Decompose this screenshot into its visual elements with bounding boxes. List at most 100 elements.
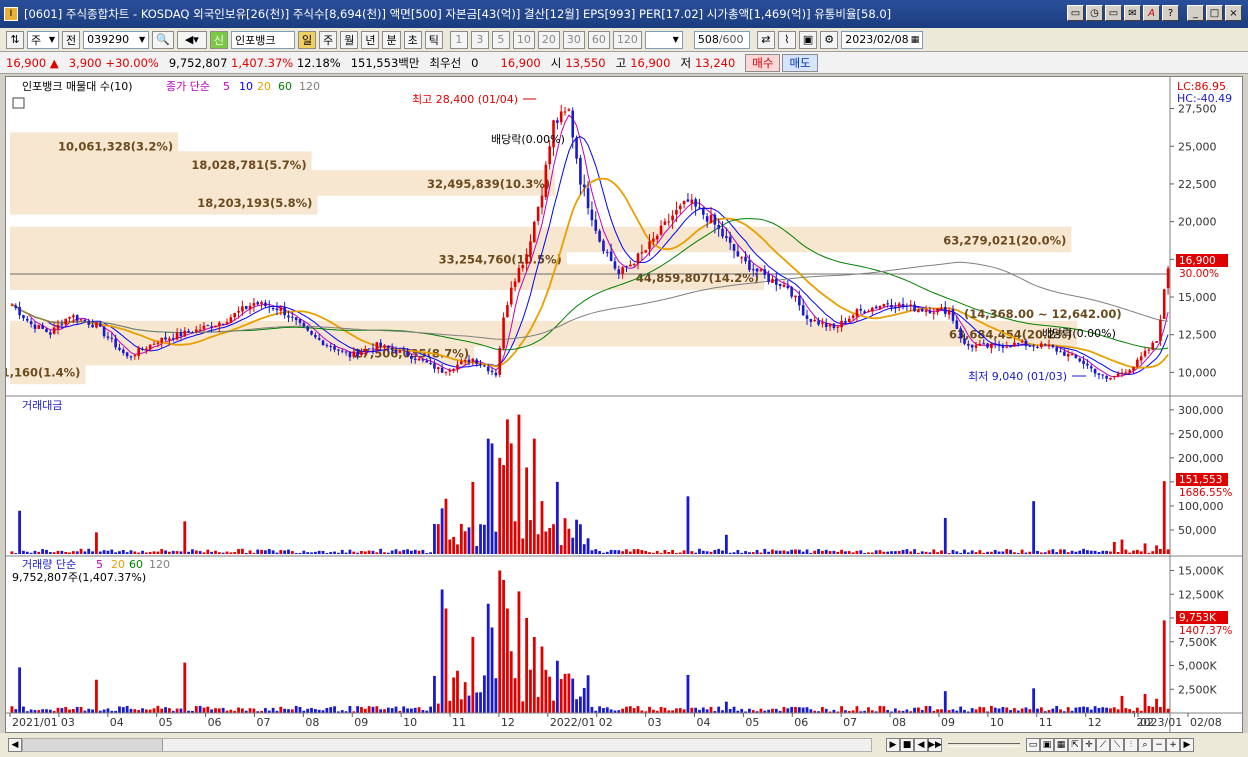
save-icon[interactable]: ▣ — [798, 30, 818, 49]
chart-area[interactable]: 10,061,328(3.2%) 18,028,781(5.7%) 32,495,8… — [0, 76, 1243, 733]
gear-icon[interactable]: ⚙ — [820, 30, 839, 49]
amount-bar — [406, 549, 409, 554]
stock-code-input[interactable]: 039290 ▼ — [83, 30, 150, 49]
volume-bar — [1028, 709, 1032, 713]
interval-5[interactable]: 5 — [491, 30, 510, 49]
rewind-icon[interactable]: ◀ — [914, 738, 928, 752]
date-input[interactable]: 2023/02/08 ▦ — [841, 30, 924, 49]
amount-bar — [448, 539, 452, 554]
amount-bar — [260, 549, 263, 554]
compare-icon[interactable]: ▣ — [1040, 738, 1054, 752]
amount-bar — [98, 551, 102, 554]
zoom-icon[interactable]: ⌕ — [1138, 738, 1152, 752]
scroll-left-button[interactable]: ◀ — [8, 738, 22, 752]
period-select[interactable]: 주 ▼ — [27, 30, 59, 49]
chart-type-icon[interactable]: ⌇ — [777, 30, 796, 49]
amount-bar — [774, 550, 778, 554]
amount-bar — [694, 552, 698, 554]
interval-30[interactable]: 30 — [562, 30, 585, 49]
candle-body — [874, 306, 878, 309]
crosshair-icon[interactable]: ✛ — [1082, 738, 1096, 752]
link-icon[interactable]: ⇅ — [6, 30, 24, 49]
prev-button[interactable]: 전 — [62, 30, 81, 49]
candle-body — [521, 264, 525, 269]
candle-body — [1097, 373, 1101, 375]
period-week[interactable]: 주 — [319, 30, 338, 49]
interval-20[interactable]: 20 — [537, 30, 560, 49]
draw-line-icon[interactable]: ⟋ — [1096, 738, 1110, 752]
interval-120[interactable]: 120 — [612, 30, 642, 49]
candle-body — [248, 305, 252, 310]
volume-profile-label: 18,203,193(5.8%) — [197, 196, 312, 210]
period-tick[interactable]: 틱 — [424, 30, 443, 49]
period-second[interactable]: 초 — [403, 30, 422, 49]
speaker-icon[interactable]: ◀▾ — [176, 30, 207, 49]
period-minute[interactable]: 분 — [382, 30, 401, 49]
scroll-right-button[interactable]: ▶ — [1180, 738, 1194, 752]
font-icon[interactable]: A — [1143, 5, 1160, 21]
candle-body — [794, 295, 797, 298]
volume-bar — [1120, 695, 1124, 713]
expand-icon[interactable]: ⇱ — [1068, 738, 1082, 752]
candle-body — [198, 329, 202, 331]
x-tick-label: 11 — [452, 716, 466, 729]
maximize-button[interactable]: □ — [1206, 5, 1223, 21]
volume-bar — [509, 651, 513, 713]
scrollbar-thumb[interactable] — [23, 739, 163, 751]
chart-canvas[interactable]: 10,061,328(3.2%) 18,028,781(5.7%) 32,495,8… — [0, 77, 1242, 732]
amount-bar — [75, 551, 79, 554]
market-tag: 신 — [209, 30, 228, 49]
minus-icon[interactable]: − — [1152, 738, 1166, 752]
volume-bar — [982, 707, 986, 713]
x-tick-label: 07 — [256, 716, 270, 729]
plus-icon[interactable]: + — [1166, 738, 1180, 752]
tile-icon[interactable]: ▭ — [1067, 5, 1084, 21]
candle-body — [1020, 341, 1024, 343]
trend-icon[interactable]: ⟍ — [1110, 738, 1124, 752]
interval-1[interactable]: 1 — [449, 30, 468, 49]
amount-bar — [87, 548, 91, 554]
volume-sub-label: 9,752,807주(1,407.37%) — [12, 571, 146, 584]
amount-bar — [413, 549, 417, 554]
close-button[interactable]: × — [1225, 5, 1242, 21]
volume-bar — [1166, 708, 1170, 713]
interval-10[interactable]: 10 — [512, 30, 535, 49]
amount-bar — [344, 552, 348, 554]
search-icon[interactable]: 🔍 — [152, 30, 174, 49]
stop-icon[interactable]: ■ — [900, 738, 914, 752]
layout-icon[interactable]: ▭ — [1026, 738, 1040, 752]
volume-bar — [283, 708, 287, 713]
buy-button[interactable]: 매수 — [745, 53, 781, 72]
horizontal-scrollbar[interactable] — [22, 738, 872, 752]
amount-bar — [790, 549, 794, 554]
fast-forward-icon[interactable]: ▶▶ — [928, 738, 942, 752]
minimize-button[interactable]: _ — [1187, 5, 1204, 21]
count-input[interactable]: 508/600 — [693, 30, 750, 49]
sell-button[interactable]: 매도 — [782, 53, 818, 72]
candle-body — [498, 348, 502, 375]
interval-3[interactable]: 3 — [470, 30, 489, 49]
clock-icon[interactable]: ◷ — [1086, 5, 1103, 21]
zoom-slider[interactable] — [948, 743, 1020, 747]
interval-60[interactable]: 60 — [587, 30, 610, 49]
candle-body — [229, 317, 233, 323]
period-year[interactable]: 년 — [361, 30, 380, 49]
custom-interval-select[interactable]: ▼ — [644, 30, 683, 49]
candle-body — [1109, 377, 1112, 380]
candle-body — [917, 309, 920, 313]
candle-body — [548, 146, 551, 165]
help-icon[interactable]: ? — [1162, 5, 1179, 21]
play-icon[interactable]: ▶ — [886, 738, 900, 752]
period-day[interactable]: 일 — [297, 30, 317, 49]
amount-bar — [283, 550, 287, 554]
candle-body — [406, 351, 409, 356]
grid-toggle-icon[interactable] — [12, 97, 25, 109]
table-icon[interactable]: ▦ — [1054, 738, 1068, 752]
arrows-icon[interactable]: ⇄ — [756, 30, 775, 49]
amount-bar — [125, 552, 129, 554]
window-icon[interactable]: ▭ — [1105, 5, 1122, 21]
ruler-icon[interactable]: ⫶ — [1124, 738, 1138, 752]
amount-bar — [817, 549, 820, 554]
mail-icon[interactable]: ✉ — [1124, 5, 1141, 21]
period-month[interactable]: 월 — [340, 30, 359, 49]
